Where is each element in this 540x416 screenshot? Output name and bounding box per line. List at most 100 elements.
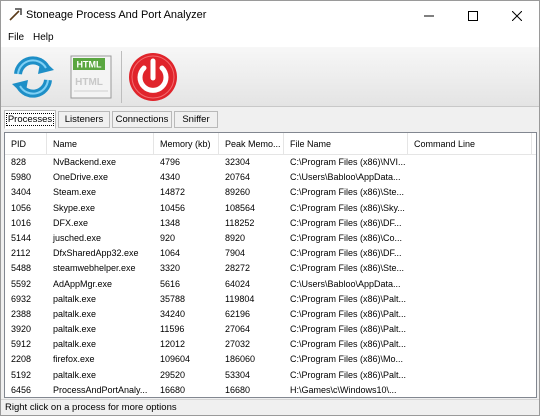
export-html-button[interactable]: HTML HTML (63, 49, 119, 105)
table-row[interactable]: 5980 OneDrive.exe 4340 20764 C:\Users\Babloo… (5, 170, 536, 185)
column-header-peak-memory[interactable]: Peak Memo... (219, 133, 284, 155)
table-row[interactable]: 6932 paltalk.exe 35788 119804 C:\Program Fil… (5, 292, 536, 307)
table-body: 828 NvBackend.exe 4796 32304 C:\Program File… (5, 155, 536, 397)
tab-processes[interactable]: Processes (4, 110, 56, 129)
table-row[interactable]: 2388 paltalk.exe 34240 62196 C:\Program File… (5, 307, 536, 322)
tab-connections-label: Connections (115, 114, 169, 125)
cell-pid: 5592 (11, 278, 32, 289)
cell-file-name: C:\Program Files (x86)\NVI... (290, 157, 406, 167)
table-row[interactable]: 3404 Steam.exe 14872 89260 C:\Program Files … (5, 185, 536, 200)
table-row[interactable]: 2208 firefox.exe 109604 186060 C:\Program Fi… (5, 352, 536, 367)
menu-help[interactable]: Help (33, 32, 54, 43)
cell-pid: 6932 (11, 293, 32, 304)
table-row[interactable]: 6456 ProcessAndPortAnaly... 16680 16680 H:\G… (5, 383, 536, 397)
cell-peak-memory: 119804 (225, 293, 255, 304)
process-table[interactable]: PID Name Memory (kb) Peak Memo... File N… (4, 132, 537, 398)
table-row[interactable]: 3920 paltalk.exe 11596 27064 C:\Program File… (5, 322, 536, 337)
menu-file[interactable]: File (8, 32, 24, 43)
cell-peak-memory: 108564 (225, 202, 256, 213)
cell-name: DfxSharedApp32.exe (53, 248, 139, 259)
cell-pid: 6456 (11, 384, 32, 395)
cell-peak-memory: 89260 (225, 187, 251, 198)
cell-file-name: C:\Program Files (x86)\Palt... (290, 308, 407, 319)
table-header: PID Name Memory (kb) Peak Memo... File N… (5, 133, 536, 155)
cell-name: paltalk.exe (53, 324, 97, 335)
cell-peak-memory: 27032 (225, 339, 251, 350)
cell-file-name: C:\Program Files (x86)\Ste... (290, 187, 405, 198)
app-window: Stoneage Process And Port Analyzer File … (0, 0, 540, 416)
cell-file-name: C:\Program Files (x86)\Co... (290, 232, 403, 243)
tab-listeners-label: Listeners (64, 114, 104, 125)
tab-connections[interactable]: Connections (112, 111, 172, 128)
window-title: Stoneage Process And Port Analyzer (26, 9, 207, 21)
cell-pid: 5192 (11, 369, 32, 380)
cell-memory: 4340 (160, 172, 181, 183)
cell-file-name: C:\Program Files (x86)\Sky... (290, 202, 405, 213)
cell-file-name: H:\Games\c\Windows10\... (290, 384, 397, 395)
cell-pid: 3404 (11, 187, 32, 198)
cell-pid: 1056 (11, 202, 32, 213)
column-header-command-line[interactable]: Command Line (408, 133, 532, 155)
cell-memory: 1348 (160, 217, 181, 228)
cell-peak-memory: 28272 (225, 263, 251, 274)
minimize-icon (424, 15, 434, 16)
cell-pid: 5144 (11, 232, 32, 243)
cell-memory: 10456 (160, 202, 186, 213)
refresh-button[interactable] (5, 49, 61, 105)
cell-memory: 14872 (160, 187, 186, 198)
cell-file-name: C:\Program Files (x86)\Ste... (290, 263, 405, 274)
table-row[interactable]: 1016 DFX.exe 1348 118252 C:\Program Files (x… (5, 216, 536, 231)
html-badge-label: HTML (77, 60, 102, 70)
column-header-pid[interactable]: PID (5, 133, 47, 155)
minimize-button[interactable] (407, 1, 451, 30)
toolbar: HTML HTML (1, 47, 539, 107)
table-row[interactable]: 2112 DfxSharedApp32.exe 1064 7904 C:\Program… (5, 246, 536, 261)
cell-peak-memory: 27064 (225, 324, 251, 335)
tab-processes-label: Processes (5, 113, 55, 126)
table-row[interactable]: 5592 AdAppMgr.exe 5616 64024 C:\Users\Babloo… (5, 277, 536, 292)
cell-file-name: C:\Program Files (x86)\Palt... (290, 324, 407, 335)
power-icon (129, 53, 177, 101)
cell-memory: 920 (160, 232, 176, 243)
tab-strip: Processes Listeners Connections Sniffer (1, 109, 539, 130)
column-header-name[interactable]: Name (47, 133, 154, 155)
table-row[interactable]: 5488 steamwebhelper.exe 3320 28272 C:\Progra… (5, 261, 536, 276)
cell-pid: 1016 (11, 217, 32, 228)
tab-listeners[interactable]: Listeners (58, 111, 110, 128)
cell-name: AdAppMgr.exe (53, 278, 113, 289)
column-header-file-name[interactable]: File Name (284, 133, 408, 155)
cell-file-name: C:\Users\Babloo\AppData... (290, 172, 401, 183)
cell-pid: 5980 (11, 172, 32, 183)
table-row[interactable]: 5192 paltalk.exe 29520 53304 C:\Program File… (5, 368, 536, 383)
cell-peak-memory: 64024 (225, 278, 251, 289)
cell-peak-memory: 186060 (225, 354, 256, 365)
cell-file-name: C:\Program Files (x86)\Palt... (290, 293, 407, 304)
column-header-memory[interactable]: Memory (kb) (154, 133, 219, 155)
cell-name: NvBackend.exe (53, 157, 117, 167)
cell-memory: 11596 (160, 324, 185, 335)
power-button[interactable] (125, 49, 181, 105)
cell-pid: 2388 (11, 308, 32, 319)
maximize-button[interactable] (451, 1, 495, 30)
cell-name: Skype.exe (53, 202, 96, 213)
cell-memory: 35788 (160, 293, 186, 304)
menu-bar: File Help (1, 30, 539, 47)
cell-peak-memory: 16680 (225, 384, 251, 395)
table-row[interactable]: 5144 jusched.exe 920 8920 C:\Program Files (… (5, 231, 536, 246)
cell-name: Steam.exe (53, 187, 97, 198)
close-button[interactable] (495, 1, 539, 30)
cell-memory: 4796 (160, 157, 181, 167)
cell-file-name: C:\Program Files (x86)\Mo... (290, 354, 404, 365)
tab-sniffer[interactable]: Sniffer (174, 111, 218, 128)
table-row[interactable]: 1056 Skype.exe 10456 108564 C:\Program Files… (5, 201, 536, 216)
cell-memory: 16680 (160, 384, 186, 395)
cell-file-name: C:\Program Files (x86)\DF... (290, 248, 402, 259)
status-bar: Right click on a process for more option… (1, 399, 539, 415)
cell-name: ProcessAndPortAnaly... (53, 384, 148, 395)
cell-memory: 109604 (160, 354, 191, 365)
table-row[interactable]: 5912 paltalk.exe 12012 27032 C:\Program File… (5, 337, 536, 352)
cell-memory: 5616 (160, 278, 181, 289)
table-row[interactable]: 828 NvBackend.exe 4796 32304 C:\Program File… (5, 155, 536, 170)
cell-peak-memory: 20764 (225, 172, 251, 183)
cell-memory: 12012 (160, 339, 186, 350)
